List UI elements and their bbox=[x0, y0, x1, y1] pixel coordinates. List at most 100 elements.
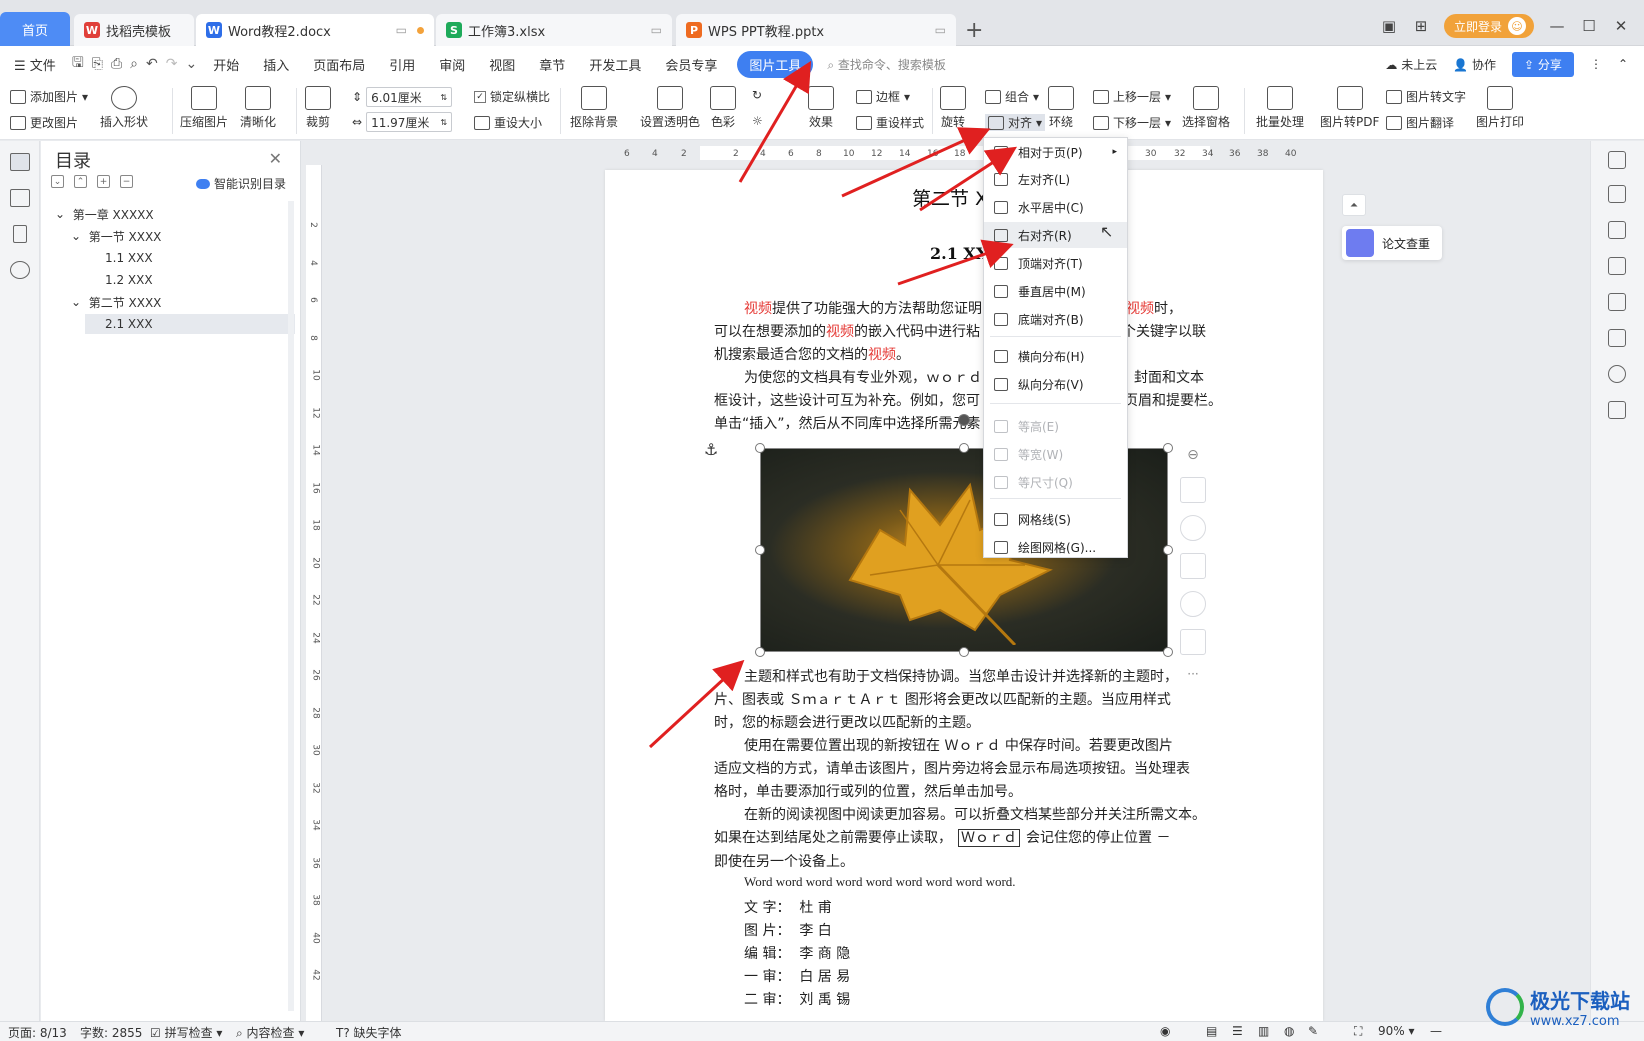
resize-handle[interactable] bbox=[959, 647, 969, 657]
more-icon[interactable]: ··· bbox=[1180, 667, 1206, 693]
preview-icon[interactable]: ⌕ bbox=[126, 56, 142, 72]
crop-button[interactable]: 裁剪 bbox=[305, 86, 331, 130]
pen-icon[interactable]: ✎ bbox=[1308, 1024, 1318, 1038]
page-count[interactable]: 页面: 8/13 bbox=[8, 1024, 67, 1041]
navigation-icon[interactable] bbox=[10, 189, 30, 207]
toc-item-selected[interactable]: 2.1 XXX bbox=[85, 314, 295, 334]
extract-icon[interactable] bbox=[1180, 629, 1206, 655]
menu-view[interactable]: 视图 bbox=[477, 55, 527, 74]
vertical-ruler[interactable] bbox=[306, 165, 322, 1021]
dropdown-item[interactable]: 左对齐(L) bbox=[984, 166, 1127, 192]
to-text-button[interactable]: 图片转文字 bbox=[1386, 88, 1466, 105]
dropdown-item[interactable]: 垂直居中(M) bbox=[984, 278, 1127, 304]
dropdown-item[interactable]: 顶端对齐(T) bbox=[984, 250, 1127, 276]
cursor-icon[interactable] bbox=[1608, 257, 1626, 275]
sharpen-button[interactable]: 清晰化 bbox=[240, 86, 276, 130]
crop-icon[interactable] bbox=[1180, 553, 1206, 579]
resize-handle[interactable] bbox=[1163, 647, 1173, 657]
menu-layout[interactable]: 页面布局 bbox=[301, 55, 377, 74]
height-field[interactable]: ⇕ 6.01厘米 ⇅ bbox=[352, 87, 453, 107]
fit-icon[interactable]: ⛶ bbox=[1354, 1024, 1362, 1039]
tab-templates[interactable]: W 找稻壳模板 bbox=[74, 14, 194, 46]
eye-icon[interactable]: ◉ bbox=[1160, 1024, 1170, 1038]
sliders-icon[interactable] bbox=[1608, 293, 1626, 311]
toc-scrollbar[interactable] bbox=[288, 201, 294, 1011]
compress-button[interactable]: 压缩图片 bbox=[180, 86, 228, 130]
monitor-icon[interactable]: ▭ bbox=[396, 23, 407, 37]
layout-options-icon[interactable] bbox=[1180, 477, 1206, 503]
toc-item[interactable]: ⌄ 第二节 XXXX bbox=[71, 292, 161, 312]
settings-icon[interactable] bbox=[1608, 151, 1626, 169]
resize-handle[interactable] bbox=[755, 545, 765, 555]
to-pdf-button[interactable]: 图片转PDF bbox=[1320, 86, 1379, 130]
expand-icon[interactable]: ⌃ bbox=[74, 175, 87, 188]
bookmark-icon[interactable] bbox=[13, 225, 27, 243]
minimize-icon[interactable]: — bbox=[1548, 17, 1566, 35]
insert-shape-button[interactable]: 插入形状 bbox=[100, 86, 148, 130]
idea-icon[interactable] bbox=[1180, 591, 1206, 617]
group-button[interactable]: 组合 ▾ bbox=[985, 88, 1039, 105]
search-icon[interactable] bbox=[10, 261, 30, 279]
effects-button[interactable]: 效果 bbox=[808, 86, 834, 130]
toc-item[interactable]: 1.1 XXX bbox=[105, 248, 153, 268]
add-picture-button[interactable]: 添加图片 ▾ bbox=[10, 88, 88, 105]
image-icon[interactable] bbox=[1608, 329, 1626, 347]
rocket-icon[interactable] bbox=[1608, 185, 1626, 203]
remove-level-icon[interactable]: − bbox=[120, 175, 133, 188]
cloud-status[interactable]: ☁ 未上云 bbox=[1385, 56, 1437, 73]
close-icon[interactable]: ✕ bbox=[1612, 17, 1630, 35]
remove-bg-button[interactable]: 抠除背景 bbox=[570, 86, 618, 130]
word-count[interactable]: 字数: 2855 bbox=[80, 1024, 142, 1041]
dropdown-item[interactable]: 相对于页(P) ▸ bbox=[984, 139, 1127, 165]
toc-item[interactable]: ⌄ 第一节 XXXX bbox=[71, 226, 161, 246]
dropdown-item[interactable]: 水平居中(C) bbox=[984, 194, 1127, 220]
pen-icon[interactable] bbox=[1608, 221, 1626, 239]
change-picture-button[interactable]: 更改图片 bbox=[10, 114, 78, 131]
outline-view-icon[interactable]: ☰ bbox=[1232, 1024, 1243, 1038]
zoom-out-button[interactable]: — bbox=[1430, 1024, 1442, 1038]
width-input[interactable]: 11.97厘米 ⇅ bbox=[366, 112, 453, 132]
share-button[interactable]: ⇪ 分享 bbox=[1512, 51, 1574, 77]
zoom-out-icon[interactable]: ⊖ bbox=[1180, 447, 1206, 473]
menu-reference[interactable]: 引用 bbox=[377, 55, 427, 74]
dropdown-item[interactable]: 纵向分布(V) bbox=[984, 371, 1127, 397]
resize-handle[interactable] bbox=[755, 647, 765, 657]
collapse-ribbon-icon[interactable]: ⌃ bbox=[1618, 57, 1628, 71]
tab-word-doc[interactable]: W Word教程2.docx ▭ bbox=[196, 14, 434, 46]
collapse-all-icon[interactable]: ⌄ bbox=[51, 175, 64, 188]
maximize-icon[interactable]: ☐ bbox=[1580, 17, 1598, 35]
toc-item[interactable]: ⌄ 第一章 XXXXX bbox=[55, 204, 154, 224]
missing-font[interactable]: T? 缺失字体 bbox=[336, 1024, 402, 1041]
read-view-icon[interactable]: ▥ bbox=[1258, 1024, 1269, 1038]
spell-check[interactable]: ☑ 拼写检查 ▾ bbox=[150, 1024, 222, 1041]
dropdown-item[interactable]: 绘图网格(G)... bbox=[984, 534, 1127, 560]
border-button[interactable]: 边框 ▾ bbox=[856, 88, 910, 105]
export-icon[interactable]: ⎘ bbox=[88, 56, 107, 72]
brightness-icon[interactable]: ☼ bbox=[752, 114, 763, 128]
grid-icon[interactable]: ⊞ bbox=[1412, 17, 1430, 35]
toc-item[interactable]: 1.2 XXX bbox=[105, 270, 153, 290]
menu-chapter[interactable]: 章节 bbox=[527, 55, 577, 74]
height-input[interactable]: 6.01厘米 ⇅ bbox=[366, 87, 453, 107]
login-button[interactable]: 立即登录 ☺ bbox=[1443, 14, 1534, 38]
tab-ppt[interactable]: P WPS PPT教程.pptx ▭ bbox=[676, 14, 956, 46]
collab-button[interactable]: 👤 协作 bbox=[1453, 56, 1496, 73]
transparent-button[interactable]: 设置透明色 bbox=[640, 86, 700, 130]
dropdown-item[interactable]: 网格线(S) bbox=[984, 506, 1127, 532]
wrap-button[interactable]: 环绕 bbox=[1048, 86, 1074, 130]
align-button[interactable]: 对齐 ▾ bbox=[985, 114, 1046, 131]
book-icon[interactable] bbox=[1608, 401, 1626, 419]
monitor-icon[interactable]: ▭ bbox=[935, 23, 946, 37]
tab-sheet[interactable]: S 工作簿3.xlsx ▭ bbox=[436, 14, 672, 46]
menu-member[interactable]: 会员专享 bbox=[653, 55, 729, 74]
rotate-button[interactable]: 旋转 bbox=[940, 86, 966, 130]
picture-print-button[interactable]: 图片打印 bbox=[1476, 86, 1524, 130]
color-button[interactable]: 色彩 bbox=[710, 86, 736, 130]
essay-check-button[interactable]: 论文查重 bbox=[1342, 226, 1442, 260]
resize-handle[interactable] bbox=[1163, 545, 1173, 555]
menu-start[interactable]: 开始 bbox=[201, 55, 251, 74]
collapse-panel-button[interactable]: ⏶ bbox=[1342, 194, 1366, 216]
file-menu[interactable]: ☰ 文件 bbox=[0, 55, 68, 74]
width-field[interactable]: ⇔ 11.97厘米 ⇅ bbox=[352, 112, 453, 132]
resize-handle[interactable] bbox=[755, 443, 765, 453]
